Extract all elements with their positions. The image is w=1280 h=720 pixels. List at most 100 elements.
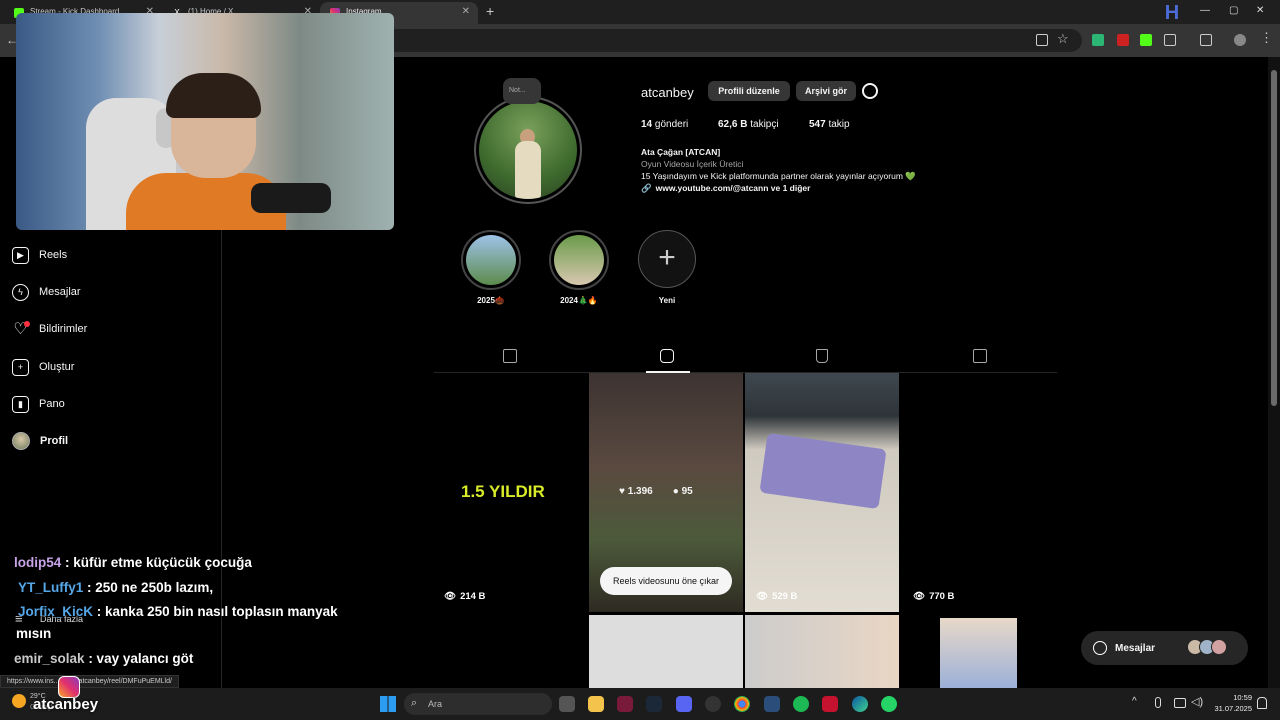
- profile-avatar-icon[interactable]: H: [1160, 2, 1184, 24]
- plus-square-icon: +: [12, 358, 29, 376]
- profile-picture[interactable]: [474, 96, 582, 204]
- likes-count: ♥ 1.396: [619, 486, 653, 497]
- steam-icon[interactable]: [646, 696, 662, 712]
- sidebar-item-messages[interactable]: ϟ Mesajlar: [12, 281, 81, 303]
- file-explorer-icon[interactable]: [588, 696, 604, 712]
- tab-reels-icon[interactable]: [660, 349, 674, 363]
- edge-icon[interactable]: [852, 696, 868, 712]
- app-icon[interactable]: [764, 696, 780, 712]
- reel-cover-text: 1.5 YILDIR: [461, 482, 545, 501]
- sidebar-item-label: Bildirimler: [39, 323, 88, 335]
- highlight-cover: [466, 235, 516, 285]
- messages-label: Mesajlar: [1115, 642, 1156, 654]
- note-bubble[interactable]: Not...: [503, 78, 541, 104]
- profile-link[interactable]: 🔗 www.youtube.com/@atcann ve 1 diğer: [641, 183, 810, 194]
- windows-taskbar: [0, 688, 1280, 720]
- profile-link-text: www.youtube.com/@atcann ve 1 diğer: [655, 183, 811, 193]
- app-icon[interactable]: [617, 696, 633, 712]
- avatar: [12, 432, 30, 450]
- kick-extension-icon[interactable]: [1140, 34, 1152, 46]
- reel-tile[interactable]: [940, 618, 1017, 688]
- message-avatars: [1187, 639, 1227, 655]
- sidebar-item-dashboard[interactable]: ▮ Pano: [12, 393, 65, 415]
- microphone: [251, 183, 331, 213]
- close-window-icon[interactable]: ✕: [1256, 5, 1264, 16]
- microphone-icon[interactable]: [1155, 697, 1161, 708]
- reels-icon: ▶: [12, 246, 29, 264]
- eye-icon: 👁: [756, 591, 769, 602]
- new-tab-button[interactable]: +: [486, 3, 494, 19]
- notification-bell-icon[interactable]: [1257, 697, 1267, 709]
- messenger-icon: ϟ: [12, 283, 29, 301]
- search-placeholder: Ara: [428, 699, 443, 709]
- tab-posts-grid-icon[interactable]: [503, 349, 517, 363]
- minimize-icon[interactable]: —: [1200, 5, 1210, 16]
- whatsapp-icon[interactable]: [881, 696, 897, 712]
- chat-username: Jorfix_KicK: [18, 604, 94, 619]
- weather-icon: [12, 694, 26, 708]
- network-icon[interactable]: [1174, 698, 1186, 708]
- close-icon[interactable]: ✕: [462, 2, 470, 22]
- app-icon[interactable]: [822, 696, 838, 712]
- profile-icon[interactable]: [1234, 34, 1246, 46]
- install-app-icon[interactable]: [1036, 34, 1048, 46]
- scrollbar-thumb[interactable]: [1271, 70, 1277, 406]
- task-view-icon[interactable]: [559, 696, 575, 712]
- highlight-2024[interactable]: [549, 230, 609, 290]
- tab-saved-bookmark-icon[interactable]: [816, 349, 828, 363]
- reel-views: 👁 529 B: [756, 591, 798, 602]
- highlight-label: Yeni: [658, 296, 676, 305]
- sidebar-item-label: Profil: [40, 435, 69, 447]
- settings-gear-icon[interactable]: [862, 83, 878, 99]
- sidebar-item-reels[interactable]: ▶ Reels: [12, 244, 67, 266]
- chat-text: : vay yalancı göt: [88, 651, 194, 666]
- pin-reel-tooltip[interactable]: Reels videosunu öne çıkar: [600, 567, 732, 595]
- chat-text: : 250 ne 250b lazım,: [87, 580, 214, 595]
- sidebar-item-create[interactable]: + Oluştur: [12, 356, 74, 378]
- maximize-icon[interactable]: ▢: [1229, 5, 1238, 16]
- taskbar-search[interactable]: Ara: [404, 693, 552, 715]
- bookmark-star-icon[interactable]: ☆: [1057, 31, 1069, 47]
- tab-tagged-icon[interactable]: [973, 349, 987, 363]
- highlight-2025[interactable]: [461, 230, 521, 290]
- highlight-label: 2024🎄🔥: [560, 296, 598, 305]
- extension-icon[interactable]: [1092, 34, 1104, 46]
- chat-message: emir_solak : vay yalancı göt: [14, 651, 193, 666]
- profile-photo: [479, 101, 577, 199]
- system-clock[interactable]: 10:59 31.07.2025: [1210, 692, 1252, 714]
- reel-tile[interactable]: [745, 373, 899, 612]
- sidepanel-icon[interactable]: [1200, 34, 1212, 46]
- profile-bio: 15 Yaşındayım ve Kick platformunda partn…: [641, 171, 916, 181]
- chrome-icon[interactable]: [734, 696, 750, 712]
- chat-message: YT_Luffy1 : 250 ne 250b lazım,: [18, 580, 213, 595]
- extensions-puzzle-icon[interactable]: [1164, 34, 1176, 46]
- followers-stat[interactable]: 62,6 B takipçi: [718, 119, 779, 130]
- photo-body: [515, 141, 541, 199]
- keyboard-image: [759, 432, 887, 510]
- heart-icon: ♡: [12, 320, 30, 338]
- reel-tile[interactable]: [589, 615, 743, 688]
- chart-icon: ▮: [12, 395, 29, 413]
- new-highlight-button[interactable]: +: [638, 230, 696, 288]
- extension-icon[interactable]: [1117, 34, 1129, 46]
- menu-dots-icon[interactable]: ⋮: [1260, 30, 1273, 46]
- profile-full-name: Ata Çağan [ATCAN]: [641, 147, 721, 157]
- chat-text: : kanka 250 bin nasıl toplasın manyak: [96, 604, 338, 619]
- chat-username: YT_Luffy1: [18, 580, 84, 595]
- app-icon[interactable]: [705, 696, 721, 712]
- tray-chevron-icon[interactable]: ^: [1132, 696, 1137, 707]
- view-archive-button[interactable]: Arşivi gör: [796, 81, 856, 101]
- edit-profile-button[interactable]: Profili düzenle: [708, 81, 790, 101]
- reel-tile[interactable]: [745, 615, 899, 688]
- volume-icon[interactable]: ◁): [1191, 695, 1203, 708]
- chat-message: Jorfix_KicK : kanka 250 bin nasıl toplas…: [18, 604, 338, 619]
- sidebar-item-profile[interactable]: Profil: [12, 430, 68, 452]
- reel-tile[interactable]: [901, 373, 1055, 612]
- sidebar-item-notifications[interactable]: ♡ Bildirimler: [12, 318, 87, 340]
- windows-start-icon[interactable]: [380, 696, 396, 712]
- discord-icon[interactable]: [676, 696, 692, 712]
- spotify-icon[interactable]: [793, 696, 809, 712]
- chat-text: mısın: [16, 626, 52, 641]
- search-icon: ⌕: [411, 697, 418, 709]
- following-stat[interactable]: 547 takip: [809, 119, 850, 130]
